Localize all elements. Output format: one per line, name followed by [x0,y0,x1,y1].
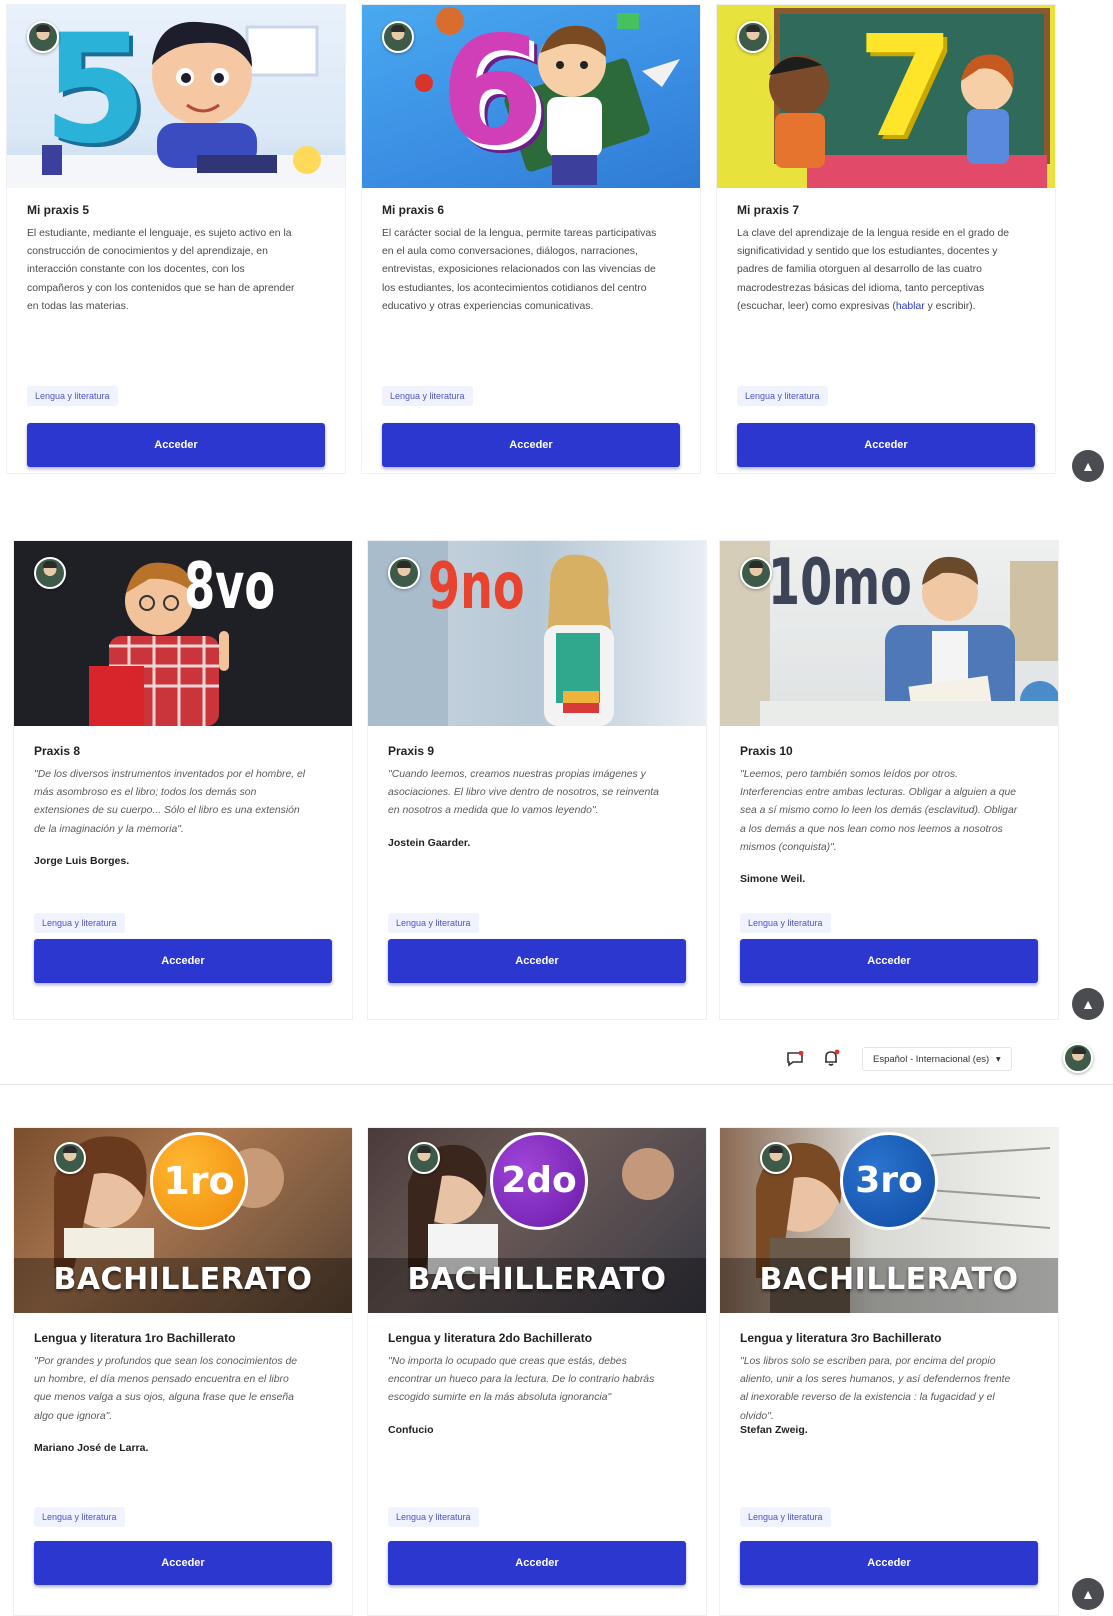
category-tag[interactable]: Lengua y literatura [382,386,473,406]
access-button[interactable]: Acceder [388,1541,686,1585]
access-button[interactable]: Acceder [740,1541,1038,1585]
course-title[interactable]: Lengua y literatura 1ro Bachillerato [34,1331,344,1345]
access-button[interactable]: Acceder [27,423,325,467]
course-image-6[interactable]: 6 [362,5,700,188]
author-avatar[interactable] [388,557,420,589]
access-button[interactable]: Acceder [382,423,680,467]
author-avatar[interactable] [740,557,772,589]
author-avatar[interactable] [54,1142,86,1174]
author-avatar[interactable] [737,21,769,53]
course-card-praxis-8: 8vo Praxis 8 "De los diversos instrument… [13,540,353,1020]
course-number-5: 5 [43,5,148,177]
top-navbar: Español - Internacional (es) ▾ [0,1035,1113,1085]
category-tag[interactable]: Lengua y literatura [34,1507,125,1527]
category-tag[interactable]: Lengua y literatura [388,913,479,933]
quote-author: Jostein Gaarder. [388,837,471,849]
user-avatar[interactable] [1063,1043,1093,1073]
course-title[interactable]: Mi praxis 7 [737,203,1037,217]
course-number-8: 8vo [184,550,276,624]
category-tag[interactable]: Lengua y literatura [27,386,118,406]
scroll-top-button[interactable]: ▲ [1072,988,1104,1020]
grade-badge-1ro: 1ro [150,1132,248,1230]
course-card-praxis-5: 5 Mi praxis 5 El estudiante, mediante el… [6,4,346,474]
category-tag[interactable]: Lengua y literatura [34,913,125,933]
course-card-3ro-bachillerato: 3ro BACHILLERATO Lengua y literatura 3ro… [719,1127,1059,1616]
course-title[interactable]: Mi praxis 6 [382,203,682,217]
scroll-top-button[interactable]: ▲ [1072,450,1104,482]
course-card-praxis-10: 10mo Praxis 10 "Leemos, pero también som… [719,540,1059,1020]
quote-author: Confucio [388,1424,434,1436]
description-link[interactable]: hablar [896,301,925,312]
course-quote: "Leemos, pero también somos leídos por o… [740,769,1018,853]
course-image-9[interactable]: 9no [368,541,706,726]
course-title[interactable]: Lengua y literatura 3ro Bachillerato [740,1331,1050,1345]
course-description: El estudiante, mediante el lenguaje, es … [27,228,295,312]
access-button[interactable]: Acceder [34,939,332,983]
language-selector[interactable]: Español - Internacional (es) ▾ [862,1047,1012,1071]
course-quote: "Los libros solo se escriben para, por e… [740,1356,1011,1422]
author-avatar[interactable] [382,21,414,53]
language-label: Español - Internacional (es) [873,1054,990,1065]
access-button[interactable]: Acceder [388,939,686,983]
course-number-7: 7 [857,6,955,169]
access-button[interactable]: Acceder [34,1541,332,1585]
course-quote: "De los diversos instrumentos inventados… [34,769,306,835]
category-tag[interactable]: Lengua y literatura [737,386,828,406]
course-image-3ro[interactable]: 3ro BACHILLERATO [720,1128,1058,1313]
author-avatar[interactable] [34,557,66,589]
author-avatar[interactable] [27,21,59,53]
description-text-end: y escribir). [924,300,976,312]
course-card-2do-bachillerato: 2do BACHILLERATO Lengua y literatura 2do… [367,1127,707,1616]
grade-badge-3ro: 3ro [840,1132,938,1230]
course-quote: "No importa lo ocupado que creas que est… [388,1356,655,1404]
course-image-1ro[interactable]: 1ro BACHILLERATO [14,1128,352,1313]
grade-badge-text: 2do [501,1160,577,1201]
access-button[interactable]: Acceder [737,423,1035,467]
scroll-top-button[interactable]: ▲ [1072,1578,1104,1610]
description-text: La clave del aprendizaje de la lengua re… [737,228,1010,312]
course-image-5[interactable]: 5 [7,5,345,188]
course-title[interactable]: Praxis 9 [388,744,688,758]
course-quote: "Cuando leemos, creamos nuestras propias… [388,769,659,817]
category-tag[interactable]: Lengua y literatura [740,1507,831,1527]
image-banner-text: BACHILLERATO [53,1262,313,1297]
quote-author: Stefan Zweig. [740,1424,808,1436]
course-number-10: 10mo [768,546,912,620]
course-quote: "Por grandes y profundos que sean los co… [34,1356,298,1422]
course-image-8[interactable]: 8vo [14,541,352,726]
category-tag[interactable]: Lengua y literatura [388,1507,479,1527]
grade-badge-text: 3ro [855,1160,923,1201]
chevron-down-icon: ▾ [995,1054,1001,1065]
chat-icon[interactable] [786,1050,804,1067]
course-title[interactable]: Mi praxis 5 [27,203,327,217]
access-button[interactable]: Acceder [740,939,1038,983]
course-description: La clave del aprendizaje de la lengua re… [737,225,1012,316]
course-card-praxis-7: 7 Mi praxis 7 La clave del aprendizaje d… [716,4,1056,474]
course-card-1ro-bachillerato: 1ro BACHILLERATO Lengua y literatura 1ro… [13,1127,353,1616]
course-number-6: 6 [440,5,545,179]
course-image-7[interactable]: 7 [717,5,1055,188]
course-title[interactable]: Praxis 8 [34,744,334,758]
course-title[interactable]: Praxis 10 [740,744,1040,758]
course-image-2do[interactable]: 2do BACHILLERATO [368,1128,706,1313]
author-avatar[interactable] [760,1142,792,1174]
course-card-praxis-6: 6 Mi praxis 6 El carácter social de la l… [361,4,701,474]
quote-author: Simone Weil. [740,873,806,885]
course-number-9: 9no [428,550,525,624]
course-image-10[interactable]: 10mo [720,541,1058,726]
category-tag[interactable]: Lengua y literatura [740,913,831,933]
quote-author: Jorge Luis Borges. [34,855,130,867]
quote-author: Mariano José de Larra. [34,1442,149,1454]
grade-badge-2do: 2do [490,1132,588,1230]
image-banner-text: BACHILLERATO [759,1262,1019,1297]
bell-icon[interactable] [822,1049,840,1067]
course-description: El carácter social de la lengua, permite… [382,228,657,312]
author-avatar[interactable] [408,1142,440,1174]
image-banner-text: BACHILLERATO [407,1262,667,1297]
grade-badge-text: 1ro [163,1159,235,1203]
course-title[interactable]: Lengua y literatura 2do Bachillerato [388,1331,698,1345]
course-card-praxis-9: 9no Praxis 9 "Cuando leemos, creamos nue… [367,540,707,1020]
